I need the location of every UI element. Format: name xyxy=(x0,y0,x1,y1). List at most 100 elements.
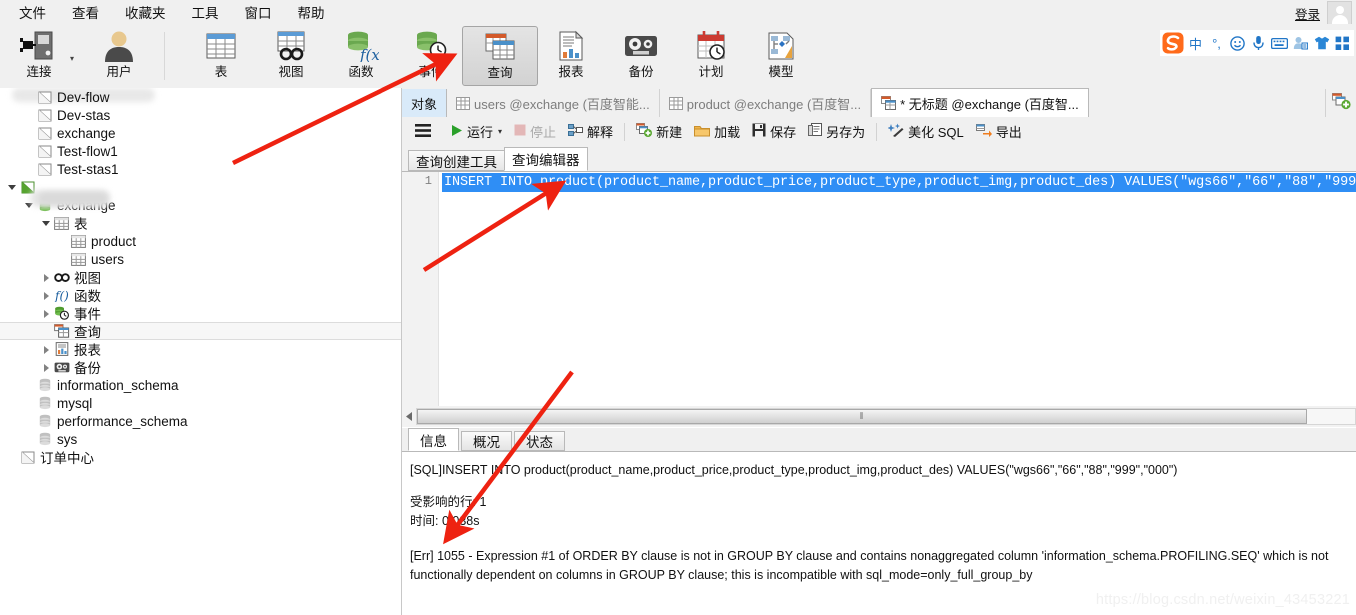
chevron-right-icon[interactable] xyxy=(40,361,53,374)
save-as-button[interactable]: 另存为 xyxy=(802,120,871,143)
toolbar-button-view[interactable]: 视图 xyxy=(260,26,322,86)
export-button[interactable]: 导出 xyxy=(970,120,1028,143)
beautify-sql-button[interactable]: 美化 SQL xyxy=(882,120,970,143)
ime-voice-input-icon[interactable] xyxy=(1249,32,1268,54)
toolbar-button-event[interactable]: 事件 xyxy=(400,26,462,86)
tab-query-builder[interactable]: 查询创建工具 xyxy=(408,150,505,171)
ime-toolbox-icon[interactable] xyxy=(1333,32,1352,54)
new-button[interactable]: 新建 xyxy=(630,120,688,143)
sogou-logo-icon[interactable] xyxy=(1162,32,1184,54)
menu-item-favorites[interactable]: 收藏夹 xyxy=(112,0,179,25)
sogou-ime-toolbar[interactable]: 中 °, xyxy=(1160,30,1354,56)
save-button[interactable]: 保存 xyxy=(746,120,802,143)
toolbar-button-function[interactable]: f(x) 函数 xyxy=(330,26,392,86)
toolbar-button-model[interactable]: 模型 xyxy=(750,26,812,86)
database-gray-icon xyxy=(36,432,53,447)
toolbar-button-report[interactable]: 报表 xyxy=(540,26,602,86)
avatar[interactable] xyxy=(1327,0,1352,26)
tree-item-exchange[interactable]: exchange xyxy=(0,124,401,142)
load-button[interactable]: 加载 xyxy=(688,120,746,143)
stop-button: 停止 xyxy=(508,120,562,143)
tree-item--[interactable]: 订单中心 xyxy=(0,448,401,466)
toolbar-label-model: 模型 xyxy=(768,65,794,79)
chevron-down-icon[interactable] xyxy=(40,217,53,230)
tab-users-exchange[interactable]: users @exchange (百度智能... xyxy=(447,89,660,117)
tab-product-exchange[interactable]: product @exchange (百度智... xyxy=(659,89,872,117)
navigation-sidebar[interactable]: Dev-flow Dev-stas exchange Test-flow1 Test-s… xyxy=(0,88,402,615)
tree-item--[interactable]: f() 函数 xyxy=(0,286,401,304)
tree-item-label: 查询 xyxy=(74,325,101,340)
tree-item-label: 报表 xyxy=(74,343,101,358)
chevron-down-icon[interactable] xyxy=(6,181,19,194)
tree-item--[interactable]: 查询 xyxy=(0,322,401,340)
beautify-sql-label: 美化 SQL xyxy=(908,125,964,140)
tree-item-dev-stas[interactable]: Dev-stas xyxy=(0,106,401,124)
scroll-left-arrow-icon[interactable] xyxy=(402,407,416,426)
toolbar-button-schedule[interactable]: 计划 xyxy=(680,26,742,86)
ime-punctuation-toggle[interactable]: °, xyxy=(1207,32,1226,54)
connection-node-icon xyxy=(36,90,53,105)
ime-account-icon[interactable] xyxy=(1291,32,1310,54)
ime-soft-keyboard-icon[interactable] xyxy=(1270,32,1289,54)
explain-button[interactable]: 解释 xyxy=(562,120,619,143)
tab-status[interactable]: 状态 xyxy=(514,431,565,451)
chevron-right-icon[interactable] xyxy=(40,271,53,284)
tree-item-test-flow1[interactable]: Test-flow1 xyxy=(0,142,401,160)
sql-editor[interactable]: 1 INSERT INTO product(product_name,produ… xyxy=(402,171,1356,407)
tree-item-label: Test-stas1 xyxy=(57,161,119,177)
toolbar-button-backup[interactable]: 备份 xyxy=(610,26,672,86)
database-gray-icon xyxy=(36,378,53,393)
message-sql-line: [SQL]INSERT INTO product(product_name,pr… xyxy=(410,463,1178,477)
toolbar-button-query[interactable]: 查询 xyxy=(462,26,538,86)
run-dropdown-caret-icon[interactable]: ▾ xyxy=(498,127,502,136)
chevron-down-icon[interactable]: ▾ xyxy=(70,54,74,63)
chevron-right-icon[interactable] xyxy=(40,343,53,356)
editor-horizontal-scrollbar[interactable]: ⦀ xyxy=(402,406,1356,427)
new-query-tab-button[interactable] xyxy=(1325,89,1356,117)
menu-item-help[interactable]: 帮助 xyxy=(285,0,338,25)
tab-query-editor[interactable]: 查询编辑器 xyxy=(504,147,588,171)
backup-icon xyxy=(623,27,659,65)
query-tab-icon xyxy=(881,96,897,110)
toolbar-button-table[interactable]: 表 xyxy=(190,26,252,86)
scrollbar-track[interactable]: ⦀ xyxy=(416,408,1356,425)
sql-text-line[interactable]: INSERT INTO product(product_name,product… xyxy=(442,173,1356,192)
toolbar-button-user[interactable]: 用户 xyxy=(88,26,150,86)
tree-item-product[interactable]: product xyxy=(0,232,401,250)
menu-item-file[interactable]: 文件 xyxy=(6,0,59,25)
menu-item-window[interactable]: 窗口 xyxy=(232,0,285,25)
run-button[interactable]: 运行 ▾ xyxy=(444,120,508,143)
message-output-pane[interactable]: [SQL]INSERT INTO product(product_name,pr… xyxy=(402,452,1356,615)
tab-object[interactable]: 对象 xyxy=(402,89,448,117)
tab-label: * 无标题 @exchange (百度智... xyxy=(900,96,1079,112)
tree-item-sys[interactable]: sys xyxy=(0,430,401,448)
tree-item-users[interactable]: users xyxy=(0,250,401,268)
tree-item--[interactable]: 备份 xyxy=(0,358,401,376)
toolbar-button-connection[interactable]: 连接 xyxy=(8,26,70,86)
tree-item--[interactable]: 视图 xyxy=(0,268,401,286)
tree-item--[interactable]: 报表 xyxy=(0,340,401,358)
menu-item-tools[interactable]: 工具 xyxy=(179,0,232,25)
tree-item-test-stas1[interactable]: Test-stas1 xyxy=(0,160,401,178)
tree-item--[interactable]: 事件 xyxy=(0,304,401,322)
tree-item-information_schema[interactable]: information_schema xyxy=(0,376,401,394)
tree-item-label: mysql xyxy=(57,395,93,411)
tree-item-dev-flow[interactable]: Dev-flow xyxy=(0,88,401,106)
scrollbar-thumb[interactable]: ⦀ xyxy=(417,409,1307,424)
tree-item-performance_schema[interactable]: performance_schema xyxy=(0,412,401,430)
tree-item--[interactable]: 表 xyxy=(0,214,401,232)
ime-skin-icon[interactable] xyxy=(1312,32,1331,54)
chevron-right-icon[interactable] xyxy=(40,289,53,302)
query-toolbar: 运行 ▾ 停止 解释 新建 加载 保存 另存为 美化 SQL 导出 xyxy=(402,117,1356,147)
tree-item-mysql[interactable]: mysql xyxy=(0,394,401,412)
menu-item-view[interactable]: 查看 xyxy=(59,0,112,25)
tab-untitled-query[interactable]: * 无标题 @exchange (百度智... xyxy=(871,88,1089,117)
hamburger-menu-button[interactable] xyxy=(402,123,444,140)
ime-mode-chinese[interactable]: 中 xyxy=(1186,32,1205,54)
chevron-right-icon[interactable] xyxy=(40,307,53,320)
tab-info[interactable]: 信息 xyxy=(408,428,459,451)
login-link[interactable]: 登录 xyxy=(1295,4,1320,23)
tab-profile[interactable]: 概况 xyxy=(461,431,512,451)
ime-emoji-icon[interactable] xyxy=(1228,32,1247,54)
